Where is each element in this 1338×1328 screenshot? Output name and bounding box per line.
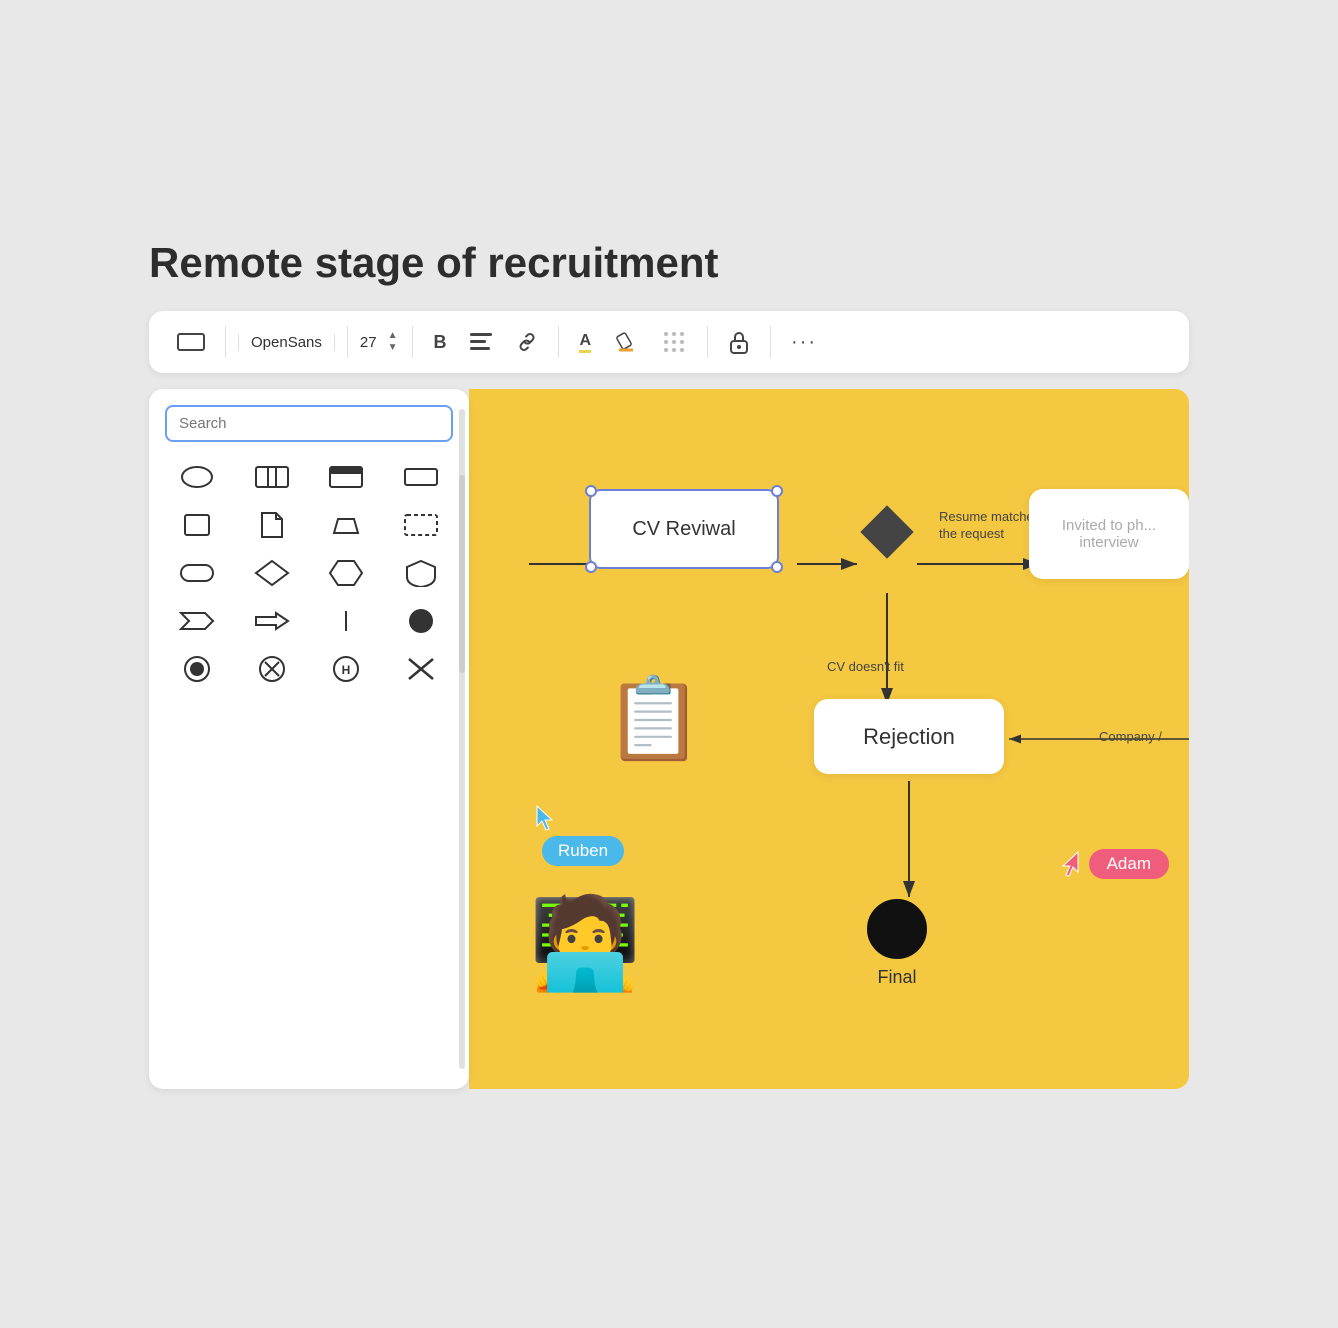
shapes-grid: H bbox=[165, 458, 453, 688]
shape-shield[interactable] bbox=[397, 554, 445, 592]
pattern-button[interactable] bbox=[653, 323, 695, 361]
page-title: Remote stage of recruitment bbox=[149, 239, 1189, 287]
divider-6 bbox=[770, 326, 771, 358]
font-name-display[interactable]: OpenSans bbox=[238, 334, 335, 351]
shape-circle-x[interactable] bbox=[248, 650, 296, 688]
shape-circle-filled[interactable] bbox=[397, 602, 445, 640]
scrollbar-thumb bbox=[459, 475, 465, 673]
shape-rounded-rect[interactable] bbox=[173, 554, 221, 592]
font-size-down-button[interactable]: ▼ bbox=[385, 342, 401, 354]
clipboard-icon: 📋 bbox=[604, 679, 704, 759]
shape-line[interactable] bbox=[322, 602, 370, 640]
toolbar: OpenSans 27 ▲ ▼ B A bbox=[149, 311, 1189, 373]
shape-chevron[interactable] bbox=[173, 602, 221, 640]
cursor-ruben: Ruben bbox=[534, 804, 624, 866]
cv-revival-box[interactable]: CV Reviwal bbox=[589, 489, 779, 569]
shape-circle-h[interactable]: H bbox=[322, 650, 370, 688]
shape-trapezoid[interactable] bbox=[322, 506, 370, 544]
adam-cursor-arrow bbox=[1061, 850, 1081, 878]
link-icon bbox=[516, 333, 538, 351]
ruben-cursor-label: Ruben bbox=[542, 836, 624, 866]
invited-label: Invited to ph...interview bbox=[1062, 517, 1156, 551]
search-input[interactable] bbox=[165, 405, 453, 442]
pattern-icon bbox=[661, 329, 687, 355]
shape-square[interactable] bbox=[173, 506, 221, 544]
more-button[interactable]: ··· bbox=[783, 325, 825, 360]
lock-icon bbox=[728, 330, 750, 354]
shape-columns[interactable] bbox=[248, 458, 296, 496]
lock-button[interactable] bbox=[720, 324, 758, 360]
handle-tl[interactable] bbox=[585, 485, 597, 497]
shape-doc[interactable] bbox=[248, 506, 296, 544]
handle-bl[interactable] bbox=[585, 561, 597, 573]
cv-revival-label: CV Reviwal bbox=[632, 518, 735, 541]
adam-cursor-label: Adam bbox=[1089, 849, 1169, 879]
canvas-area[interactable]: CV Reviwal Resume matches the request CV… bbox=[469, 389, 1189, 1089]
ruben-cursor-arrow bbox=[534, 804, 554, 832]
final-node[interactable]: Final bbox=[867, 899, 927, 988]
cv-doesnt-fit-label: CV doesn't fit bbox=[827, 659, 904, 674]
main-area: H bbox=[149, 389, 1189, 1089]
app-container: Remote stage of recruitment OpenSans 27 … bbox=[119, 209, 1219, 1119]
lego-figure: 🧑‍💻 bbox=[529, 899, 641, 989]
align-button[interactable] bbox=[462, 327, 500, 357]
rejection-box[interactable]: Rejection bbox=[814, 699, 1004, 774]
shapes-panel: H bbox=[149, 389, 469, 1089]
diamond-shape[interactable] bbox=[859, 504, 915, 560]
invited-box[interactable]: Invited to ph...interview bbox=[1029, 489, 1189, 579]
font-size-value: 27 bbox=[360, 334, 377, 351]
svg-text:H: H bbox=[342, 663, 351, 677]
divider-4 bbox=[558, 326, 559, 358]
shape-rectangle[interactable] bbox=[397, 458, 445, 496]
font-color-label: A bbox=[579, 332, 591, 353]
scrollbar[interactable] bbox=[459, 409, 465, 1069]
divider-3 bbox=[412, 326, 413, 358]
final-label: Final bbox=[877, 967, 916, 988]
bold-button[interactable]: B bbox=[425, 326, 454, 359]
cursor-adam: Adam bbox=[1061, 849, 1169, 879]
divider-5 bbox=[707, 326, 708, 358]
font-size-control: 27 ▲ ▼ bbox=[360, 330, 401, 354]
final-circle-inner bbox=[876, 908, 918, 950]
shape-dashed-rect[interactable] bbox=[397, 506, 445, 544]
pen-icon bbox=[615, 332, 637, 352]
shape-selector-button[interactable] bbox=[169, 327, 213, 357]
shape-arrow-right[interactable] bbox=[248, 602, 296, 640]
final-circle bbox=[867, 899, 927, 959]
link-button[interactable] bbox=[508, 327, 546, 357]
font-size-arrows: ▲ ▼ bbox=[385, 330, 401, 354]
divider-1 bbox=[225, 326, 226, 358]
font-color-button[interactable]: A bbox=[571, 326, 599, 359]
shape-card[interactable] bbox=[322, 458, 370, 496]
font-size-up-button[interactable]: ▲ bbox=[385, 330, 401, 342]
shape-diamond[interactable] bbox=[248, 554, 296, 592]
highlight-button[interactable] bbox=[607, 326, 645, 358]
shape-circle-target[interactable] bbox=[173, 650, 221, 688]
rejection-label: Rejection bbox=[863, 724, 955, 750]
shape-icon bbox=[177, 333, 205, 351]
handle-br[interactable] bbox=[771, 561, 783, 573]
shape-hexagon[interactable] bbox=[322, 554, 370, 592]
shape-ellipse[interactable] bbox=[173, 458, 221, 496]
align-icon bbox=[470, 333, 492, 351]
divider-2 bbox=[347, 326, 348, 358]
company-label: Company / bbox=[1099, 729, 1179, 746]
shape-x-mark[interactable] bbox=[397, 650, 445, 688]
handle-tr[interactable] bbox=[771, 485, 783, 497]
